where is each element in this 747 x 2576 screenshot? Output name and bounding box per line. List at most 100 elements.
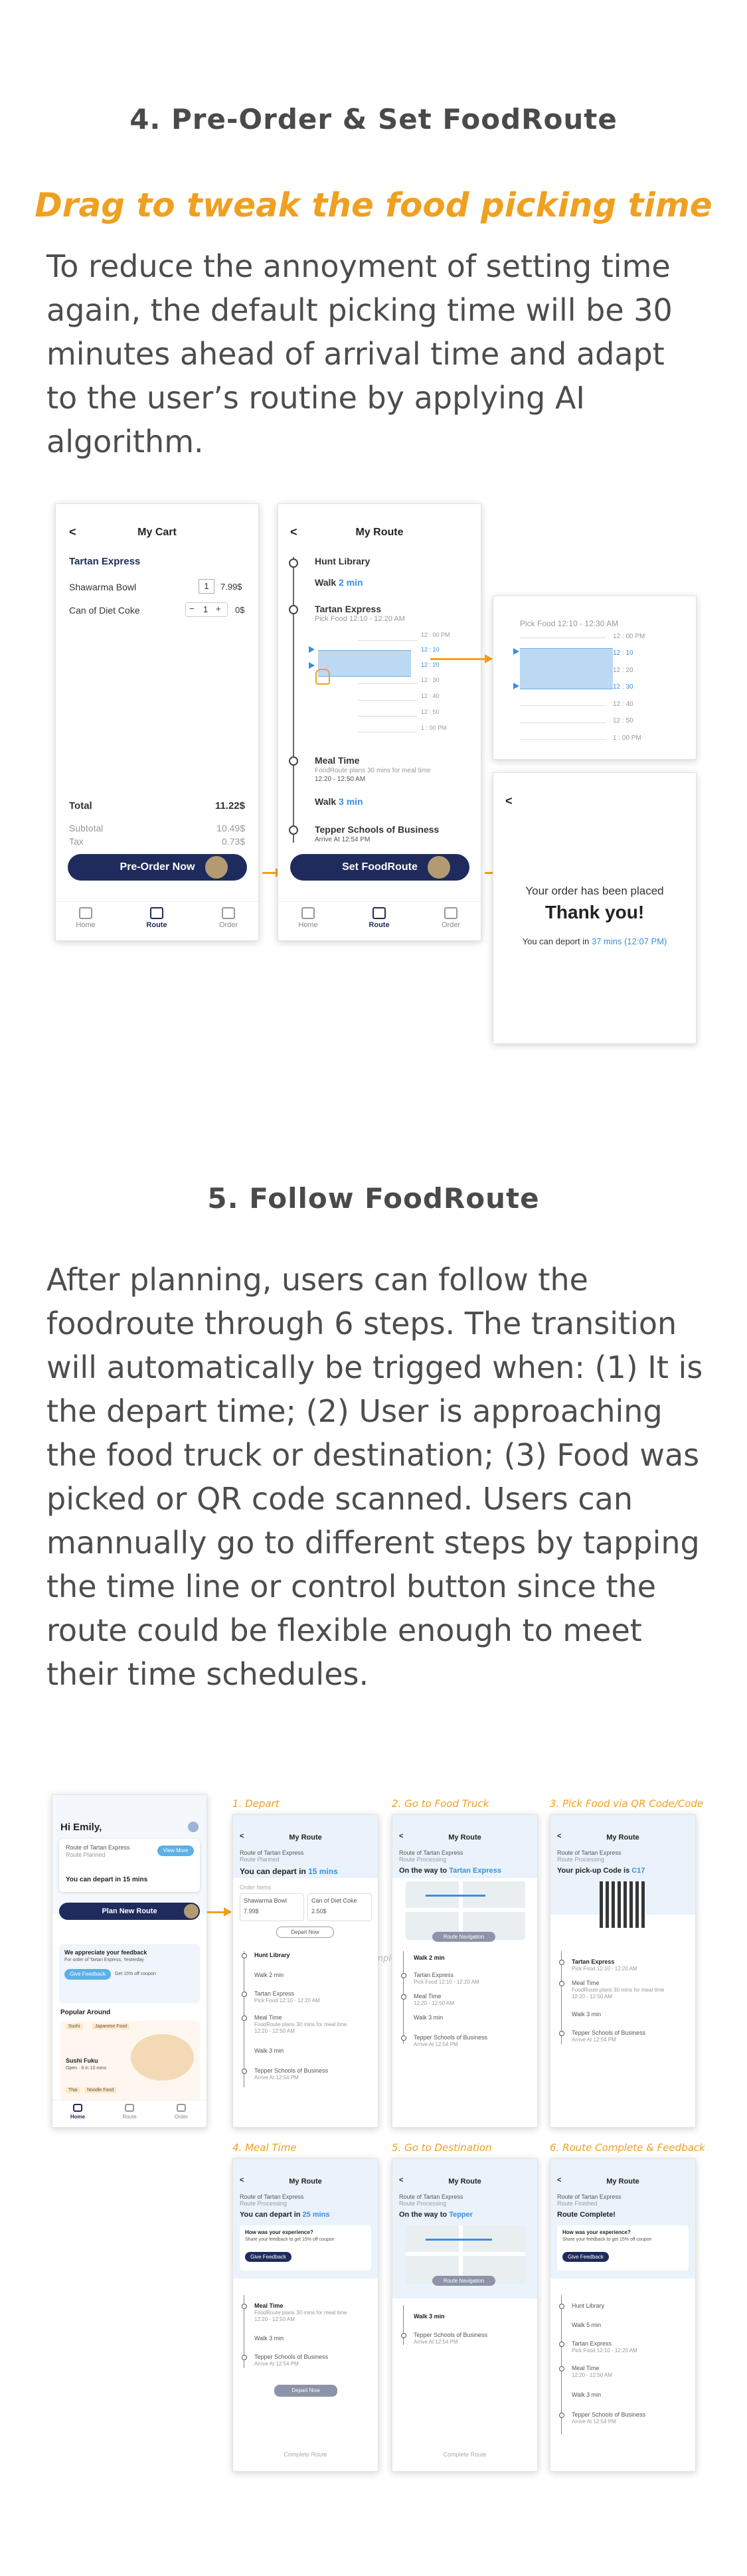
tab-home[interactable]: Home — [288, 907, 328, 929]
step-2-go-to-food-truck-screen[interactable]: < My Route Route of Tartan Express Route… — [392, 1814, 538, 2128]
timeline-item[interactable]: Tartan Express — [254, 1990, 294, 1997]
back-icon[interactable]: < — [505, 794, 513, 808]
range-handle-top[interactable] — [309, 646, 315, 653]
step-6-route-complete-screen[interactable]: < My Route Route of Tartan Express Route… — [550, 2158, 696, 2472]
route-icon — [125, 2104, 134, 2112]
timeline-item: Walk 3 min — [254, 2335, 284, 2342]
item-name: Shawarma Bowl — [244, 1897, 288, 1904]
timeline-item[interactable]: Hunt Library — [254, 1952, 290, 1958]
complete-route-link[interactable]: Complete Route — [392, 2451, 537, 2458]
timeline-item[interactable]: Tepper Schools of Business — [572, 2411, 645, 2418]
timeline-item: Arrive At 12:54 PM — [414, 2041, 458, 2047]
depart-text: You can depart in 25 mins — [240, 2211, 330, 2219]
step-3-pick-food-screen[interactable]: < My Route Route of Tartan Express Route… — [550, 1814, 696, 2128]
route-of: Route of Tartan Express — [240, 1849, 304, 1856]
section-4-title: 4. Pre-Order & Set FoodRoute — [129, 103, 618, 135]
step-label: 1. Depart — [232, 1798, 280, 1810]
step-1-depart-screen[interactable]: My Route < Route of Tartan Express Route… — [232, 1814, 378, 2128]
view-more-button[interactable]: View More — [157, 1846, 194, 1856]
home-icon — [73, 2104, 82, 2112]
complete-route-link[interactable]: Complete Route — [233, 2451, 378, 2458]
pickup-code-text: Your pick-up Code is C17 — [557, 1867, 645, 1875]
route-map[interactable] — [406, 1881, 525, 1940]
timeline-item[interactable]: Meal Time — [254, 2302, 283, 2309]
timeline-item[interactable]: Hunt Library — [572, 2302, 604, 2309]
selected-time-range[interactable] — [318, 650, 411, 677]
timeline-item[interactable]: Tartan Express — [572, 1958, 614, 1965]
minus-icon[interactable]: − — [189, 604, 195, 614]
route-complete-text: Route Complete! — [557, 2211, 616, 2219]
home-icon — [301, 907, 315, 919]
range-handle-bottom[interactable] — [513, 683, 519, 689]
timeline-item[interactable]: Meal Time — [414, 1993, 442, 2000]
time-slot: 12 : 00 PM — [421, 632, 450, 638]
step-label: 2. Go to Food Truck — [392, 1798, 489, 1810]
section-4-paragraph: To reduce the annoyment of setting time … — [46, 248, 673, 460]
flow-arrow — [207, 1907, 232, 1917]
plus-icon[interactable]: + — [216, 604, 221, 614]
depart-now-button[interactable]: Depart Now — [276, 1927, 334, 1938]
tab-order[interactable]: Order — [161, 2104, 201, 2120]
shop-sub: Open · 6 in 10 mins — [66, 2066, 107, 2071]
route-title: My Route — [355, 527, 404, 538]
home-screen[interactable]: Hi Emily, Route of Tartan Express Route … — [52, 1794, 207, 2128]
timeline-item[interactable]: Tepper Schools of Business — [254, 2067, 328, 2074]
tab-bar: Home Route Order — [278, 901, 481, 940]
qty-input[interactable]: 1 — [199, 579, 214, 594]
give-feedback-button[interactable]: Give Feedback — [245, 2252, 291, 2262]
route-screen: < My Route Hunt Library Walk 2 min Tarta… — [278, 503, 481, 941]
screen-title: My Route — [289, 1834, 322, 1842]
pre-order-label: Pre-Order Now — [120, 861, 195, 873]
selected-time-range[interactable] — [520, 648, 613, 689]
tab-order[interactable]: Order — [431, 907, 471, 929]
range-handle-bottom[interactable] — [309, 662, 315, 669]
drag-knob[interactable] — [205, 856, 228, 879]
timeline-item: Walk 5 min — [572, 2322, 602, 2328]
chip[interactable]: Japanese Food — [92, 2023, 130, 2029]
tab-home[interactable]: Home — [66, 907, 106, 929]
back-icon[interactable]: < — [240, 1832, 244, 1840]
route-of: Route of Tartan Express — [66, 1844, 130, 1851]
tab-route[interactable]: Route — [137, 907, 177, 929]
range-handle-top[interactable] — [513, 648, 519, 655]
drag-knob[interactable] — [184, 1904, 199, 1919]
timeline-item[interactable]: Meal Time — [572, 1980, 600, 1986]
timeline-item[interactable]: Tepper Schools of Business — [254, 2354, 328, 2360]
timeline-item[interactable]: Tepper Schools of Business — [414, 2332, 487, 2338]
timeline-item[interactable]: Tartan Express — [414, 1972, 454, 1978]
section-5-paragraph: After planning, users can follow the foo… — [46, 1262, 703, 1692]
timeline-item[interactable]: Meal Time — [254, 2014, 282, 2021]
timeline-item[interactable]: Tepper Schools of Business — [414, 2034, 487, 2041]
give-feedback-button[interactable]: Give Feedback — [562, 2252, 609, 2262]
drag-knob[interactable] — [428, 856, 450, 879]
time-slot-picker[interactable] — [318, 627, 464, 733]
chip[interactable]: Thai — [66, 2087, 80, 2093]
step-label: 6. Route Complete & Feedback — [550, 2142, 705, 2154]
route-navigation-button[interactable]: Route Navigation — [432, 2276, 495, 2286]
quantity-stepper[interactable]: − 1 + — [185, 602, 228, 617]
timeline-item[interactable]: Tepper Schools of Business — [572, 2029, 645, 2036]
depart-now-button[interactable]: Depart Now — [274, 2385, 337, 2397]
step-5-go-to-destination-screen[interactable]: < My Route Route of Tartan Express Route… — [392, 2158, 538, 2472]
chip[interactable]: Noodle Food — [84, 2087, 117, 2093]
route-map[interactable] — [406, 2225, 525, 2284]
avatar[interactable] — [188, 1822, 199, 1832]
route-navigation-button[interactable]: Route Navigation — [432, 1932, 495, 1942]
qr-code-icon[interactable] — [600, 1881, 646, 1928]
tab-route[interactable]: Route — [359, 907, 399, 929]
tab-home[interactable]: Home — [58, 2104, 98, 2120]
plan-new-route-button[interactable]: Plan New Route — [59, 1903, 200, 1920]
timeline-item[interactable]: Meal Time — [572, 2365, 600, 2371]
screen-title: My Route — [448, 1834, 481, 1842]
tab-order[interactable]: Order — [208, 907, 248, 929]
timeline-item[interactable]: Tartan Express — [572, 2340, 612, 2347]
timeline-stop: Tartan Express — [315, 604, 382, 614]
timeline-start: Hunt Library — [315, 556, 371, 566]
order-icon — [222, 907, 235, 919]
tab-route[interactable]: Route — [110, 2104, 149, 2120]
step-4-meal-time-screen[interactable]: < My Route Route of Tartan Express Route… — [232, 2158, 378, 2472]
chip[interactable]: Sushi — [66, 2023, 83, 2029]
section-4-subtitle: Drag to tweak the food picking time — [35, 186, 712, 224]
timeline-item: 12:20 - 12:50 AM — [414, 2000, 454, 2006]
give-feedback-button[interactable]: Give Feedback — [64, 1969, 111, 1980]
